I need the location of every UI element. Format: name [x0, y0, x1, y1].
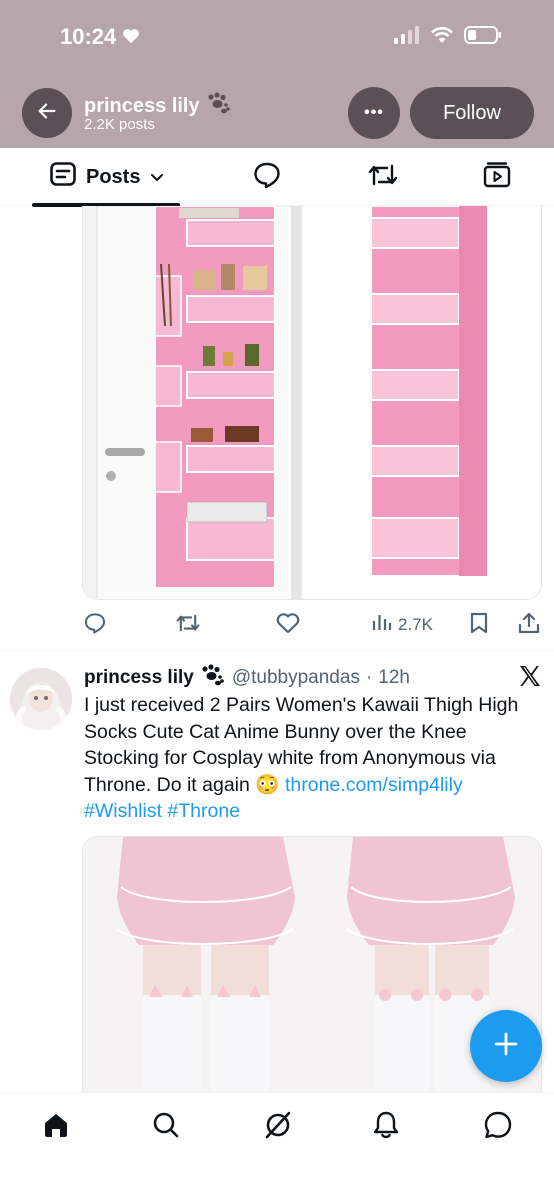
views-count: 2.7K [398, 614, 433, 634]
tab-replies[interactable] [252, 162, 282, 192]
reply-icon [253, 161, 281, 194]
signal-icon [394, 26, 420, 49]
tab-posts-label: Posts [86, 165, 141, 188]
status-icons [394, 26, 502, 49]
nav-home[interactable] [40, 1111, 72, 1143]
bookmark-icon [470, 612, 488, 639]
bottom-navigation [0, 1092, 554, 1200]
nav-notifications[interactable] [370, 1111, 402, 1143]
posts-count: 2.2K posts [84, 116, 155, 133]
hashtags-link[interactable]: #Wishlist #Throne [84, 800, 240, 822]
status-time: 10:24 [60, 24, 140, 50]
home-icon [42, 1111, 70, 1144]
tab-media[interactable] [482, 161, 512, 194]
separator-dot: · [365, 667, 373, 688]
heart-icon [122, 24, 140, 50]
views-button[interactable]: 2.7K [372, 612, 433, 637]
search-icon [152, 1111, 180, 1144]
clock-text: 10:24 [60, 24, 117, 49]
reply-button[interactable] [84, 612, 106, 639]
wifi-icon [430, 26, 454, 49]
more-icon: ••• [364, 104, 384, 121]
repost-button[interactable] [176, 612, 200, 639]
more-options-button[interactable]: ••• [348, 87, 400, 139]
like-icon [276, 612, 300, 639]
profile-name-text: princess lily [84, 94, 200, 117]
notifications-icon [372, 1110, 400, 1145]
x-logo-icon [518, 664, 542, 695]
tab-posts[interactable]: Posts [32, 148, 180, 207]
post-author-name[interactable]: princess lily [84, 667, 194, 689]
tab-reposts[interactable] [368, 162, 398, 192]
nav-search[interactable] [150, 1111, 182, 1143]
paw-icon [206, 92, 232, 120]
like-button[interactable] [276, 612, 300, 639]
retweet-icon [368, 162, 398, 193]
post-time[interactable]: 12h [378, 667, 410, 689]
post-divider [0, 650, 554, 651]
compose-button[interactable] [470, 1010, 542, 1082]
nav-grok[interactable] [262, 1111, 294, 1143]
views-icon [372, 612, 392, 637]
plus-icon [493, 1031, 519, 1062]
video-icon [483, 161, 511, 194]
post-text: I just received 2 Pairs Women's Kawaii T… [84, 692, 546, 825]
post-author-handle[interactable]: @tubbypandas [232, 667, 360, 689]
throne-link[interactable]: throne.com/simp4lily [285, 774, 463, 796]
profile-tabs: Posts [0, 148, 554, 207]
avatar[interactable] [10, 668, 72, 730]
reply-icon [84, 612, 106, 639]
back-button[interactable] [22, 88, 72, 138]
paw-icon [200, 664, 226, 692]
share-button[interactable] [518, 612, 540, 639]
battery-icon [464, 26, 502, 49]
retweet-icon [176, 612, 200, 639]
share-icon [518, 612, 540, 639]
nav-messages[interactable] [482, 1111, 514, 1143]
post-image-organizer[interactable] [82, 206, 542, 600]
flushed-emoji: 😳 [255, 773, 280, 796]
post2-header: princess lily @tubbypandas · 12h [84, 664, 410, 692]
bookmark-button[interactable] [470, 612, 488, 639]
profile-header: 10:24 princess lily 2.2K posts ••• Follo… [0, 0, 554, 148]
follow-button[interactable]: Follow [410, 87, 534, 139]
messages-icon [483, 1110, 513, 1145]
grok-icon [263, 1110, 293, 1145]
chevron-down-icon [150, 166, 164, 189]
back-arrow-icon [36, 100, 58, 127]
posts-tab-icon [50, 162, 76, 192]
